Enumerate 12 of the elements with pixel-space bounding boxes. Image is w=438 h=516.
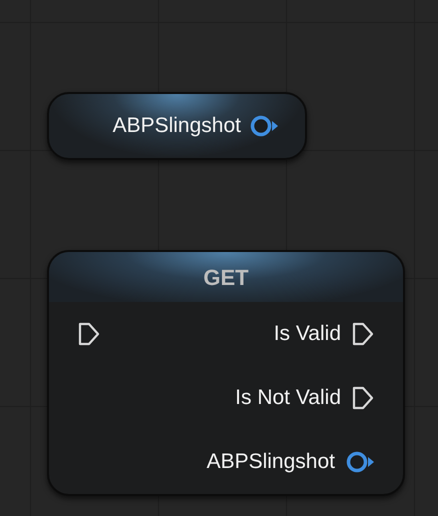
function-node[interactable]: GET Is Valid Is Not Valid ABPSlingshot [47, 250, 405, 496]
variable-node[interactable]: ABPSlingshot [47, 92, 307, 160]
node-title: GET [203, 264, 249, 292]
pin-label: ABPSlingshot [206, 449, 335, 476]
object-pin-icon[interactable] [345, 451, 375, 473]
exec-pin-icon[interactable] [351, 321, 375, 347]
pin-label: Is Not Valid [235, 385, 341, 412]
object-pin-icon[interactable] [249, 115, 279, 137]
exec-pin-icon[interactable] [77, 321, 101, 347]
exec-pin-icon[interactable] [351, 385, 375, 411]
pin-label: Is Valid [274, 321, 341, 348]
variable-label: ABPSlingshot [112, 113, 241, 140]
